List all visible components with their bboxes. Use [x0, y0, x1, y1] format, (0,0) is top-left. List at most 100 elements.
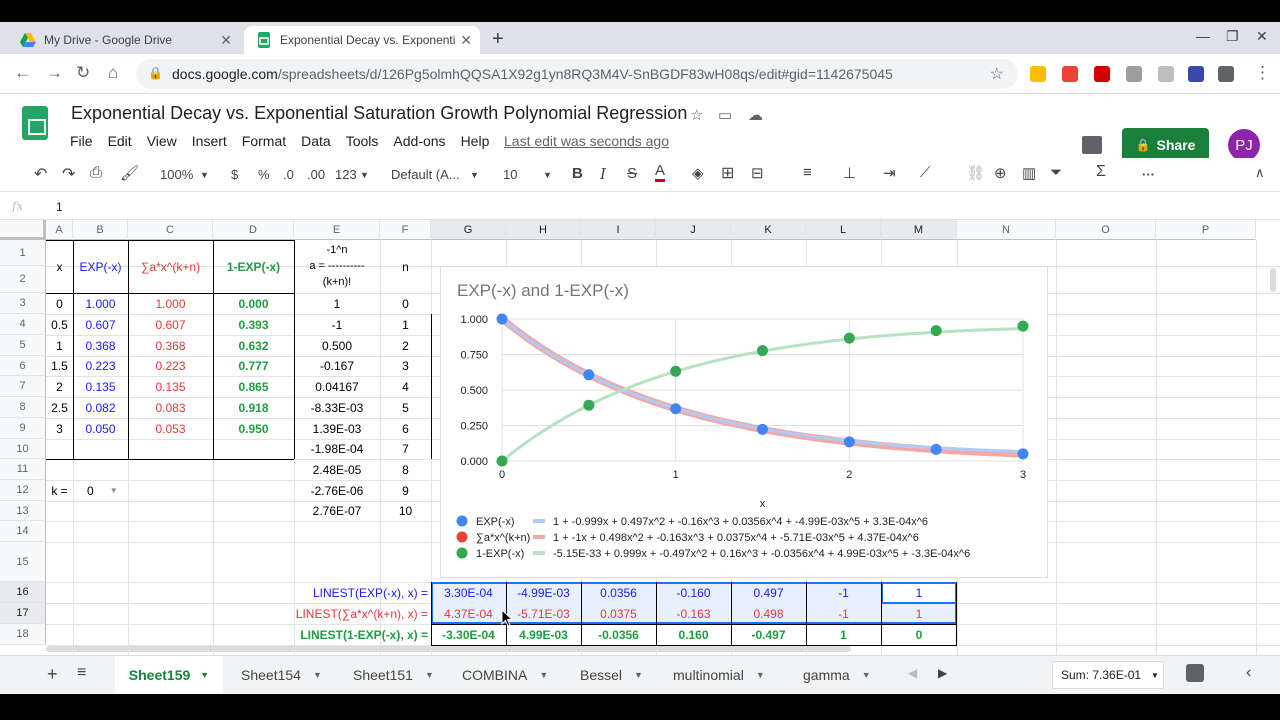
paint-format-icon[interactable]: 🖌	[120, 164, 139, 182]
cell-n[interactable]: 6	[380, 418, 431, 439]
cell-exp[interactable]: 1.000	[73, 293, 128, 314]
column-header[interactable]: L	[806, 220, 881, 240]
bold-button[interactable]: B	[572, 165, 583, 182]
cell-a[interactable]: 0.500	[294, 335, 380, 356]
linest-cell[interactable]: -0.497	[731, 624, 806, 645]
sheets-logo-icon[interactable]	[22, 106, 48, 140]
cell-one-minus-exp[interactable]: 0.000	[213, 293, 294, 314]
row-header[interactable]: 1	[0, 240, 46, 266]
cell-n[interactable]: 1	[380, 314, 431, 335]
cell-n[interactable]: 7	[380, 439, 431, 459]
print-icon[interactable]: ⎙	[90, 164, 102, 181]
column-header[interactable]: O	[1056, 220, 1156, 240]
linest-cell[interactable]: 0.0356	[581, 582, 656, 603]
explore-icon[interactable]	[1186, 664, 1204, 682]
linest-cell[interactable]: 1	[881, 582, 957, 603]
column-header[interactable]: I	[581, 220, 656, 240]
column-header[interactable]: C	[128, 220, 213, 240]
column-header[interactable]: K	[731, 220, 806, 240]
header-sum[interactable]: ∑a*x^(k+n)	[128, 240, 213, 293]
share-button[interactable]: 🔒 Share	[1122, 128, 1209, 162]
row-header[interactable]: 3	[0, 293, 46, 314]
close-tab-icon[interactable]: ✕	[220, 32, 232, 49]
chevron-up-icon[interactable]: ∧	[1255, 165, 1265, 181]
row-header[interactable]: 7	[0, 376, 46, 397]
document-title[interactable]: Exponential Decay vs. Exponential Satura…	[71, 103, 687, 124]
row-header[interactable]: 2	[0, 266, 46, 293]
new-tab-icon[interactable]: +	[492, 28, 504, 51]
spreadsheet-grid[interactable]: A B C D E F G H I J K L M N O P 1 2 3 4 …	[0, 220, 1280, 655]
cell-sum[interactable]: 0.135	[128, 376, 213, 397]
text-color-button[interactable]: A	[655, 163, 666, 182]
cell-a[interactable]: 1.39E-03	[294, 418, 380, 439]
linest-cell[interactable]: 0.160	[656, 624, 731, 645]
cell-sum[interactable]: 0.223	[128, 356, 213, 376]
column-header[interactable]: N	[957, 220, 1056, 240]
scroll-tabs-left-icon[interactable]: ◀	[908, 666, 917, 680]
insert-chart-icon[interactable]: ▥	[1022, 164, 1036, 182]
all-sheets-icon[interactable]: ≡	[77, 664, 86, 682]
text-wrap-icon[interactable]: ⇥	[883, 164, 896, 182]
cell-a[interactable]: -2.76E-06	[294, 480, 380, 501]
k-dropdown[interactable]: 0 ▼	[73, 480, 128, 501]
link-icon[interactable]: ⛓	[966, 164, 985, 182]
strikethrough-button[interactable]: S	[627, 165, 637, 182]
text-rotation-icon[interactable]: ⟋	[920, 164, 931, 181]
menu-view[interactable]: View	[147, 133, 177, 149]
cell-sum[interactable]: 0.368	[128, 335, 213, 356]
undo-icon[interactable]: ↶	[34, 164, 47, 184]
linest-cell[interactable]: -0.0356	[581, 624, 656, 645]
minimize-icon[interactable]: —	[1196, 28, 1210, 44]
extension-icon[interactable]	[1126, 66, 1142, 82]
linest-label-exp[interactable]: LINEST(EXP(-x), x) =	[213, 582, 428, 603]
move-folder-icon[interactable]: ▭	[718, 106, 732, 124]
percent-format-button[interactable]: %	[258, 167, 270, 182]
cell-exp[interactable]: 0.223	[73, 356, 128, 376]
home-icon[interactable]: ⌂	[108, 63, 118, 83]
cell-a[interactable]: -0.167	[294, 356, 380, 376]
cell-exp[interactable]: 0.135	[73, 376, 128, 397]
extension-flag-icon[interactable]	[1094, 66, 1110, 82]
cell-x[interactable]: 3	[46, 418, 73, 439]
last-edit-link[interactable]: Last edit was seconds ago	[504, 133, 669, 149]
cell-a[interactable]: -1.98E-04	[294, 439, 380, 459]
fill-color-icon[interactable]: ◈	[692, 164, 704, 182]
cell-one-minus-exp[interactable]: 0.777	[213, 356, 294, 376]
menu-format[interactable]: Format	[242, 133, 286, 149]
header-a-formula[interactable]: -1^n a = ---------- (k+n)!	[294, 242, 380, 292]
cell-exp[interactable]: 0.050	[73, 418, 128, 439]
currency-format-button[interactable]: $	[231, 167, 238, 182]
back-icon[interactable]: ←	[14, 63, 31, 83]
cell-n[interactable]: 5	[380, 397, 431, 418]
avatar[interactable]: PJ	[1228, 129, 1260, 161]
bookmark-star-icon[interactable]: ☆	[990, 64, 1004, 84]
cell-n[interactable]: 3	[380, 356, 431, 376]
cell-one-minus-exp[interactable]: 0.950	[213, 418, 294, 439]
linest-cell[interactable]: -5.71E-03	[506, 603, 581, 624]
browser-tab-sheet[interactable]: Exponential Decay vs. Exponenti ✕	[244, 26, 480, 54]
horizontal-scrollbar[interactable]	[46, 646, 851, 652]
cell-x[interactable]: 0	[46, 293, 73, 314]
reload-icon[interactable]: ↻	[76, 63, 90, 83]
chart[interactable]: EXP(-x) and 1-EXP(-x) 0.000 0.250 0.500 0.7…	[440, 266, 1048, 578]
linest-label-sum[interactable]: LINEST(∑a*x^(k+n), x) =	[213, 603, 428, 624]
column-header[interactable]: D	[213, 220, 294, 240]
header-x[interactable]: x	[46, 240, 73, 293]
italic-button[interactable]: I	[600, 165, 606, 183]
row-header[interactable]: 17	[0, 603, 46, 624]
borders-icon[interactable]: ⊞	[721, 163, 734, 183]
header-one-minus-exp[interactable]: 1-EXP(-x)	[213, 240, 294, 293]
increase-decimal-button[interactable]: .00	[307, 167, 325, 182]
extension-drive-icon[interactable]	[1030, 66, 1046, 82]
cell-one-minus-exp[interactable]: 0.865	[213, 376, 294, 397]
cell-n[interactable]: 4	[380, 376, 431, 397]
linest-label-one-minus-exp[interactable]: LINEST(1-EXP(-x), x) =	[213, 624, 428, 645]
cell-n[interactable]: 10	[380, 501, 431, 521]
insert-comment-icon[interactable]: ⊕	[994, 164, 1007, 182]
column-header[interactable]: M	[881, 220, 957, 240]
menu-insert[interactable]: Insert	[192, 133, 227, 149]
vertical-scrollbar[interactable]	[1270, 268, 1276, 292]
row-header[interactable]: 5	[0, 335, 46, 356]
add-sheet-icon[interactable]: +	[47, 664, 58, 685]
star-icon[interactable]: ☆	[690, 106, 703, 124]
